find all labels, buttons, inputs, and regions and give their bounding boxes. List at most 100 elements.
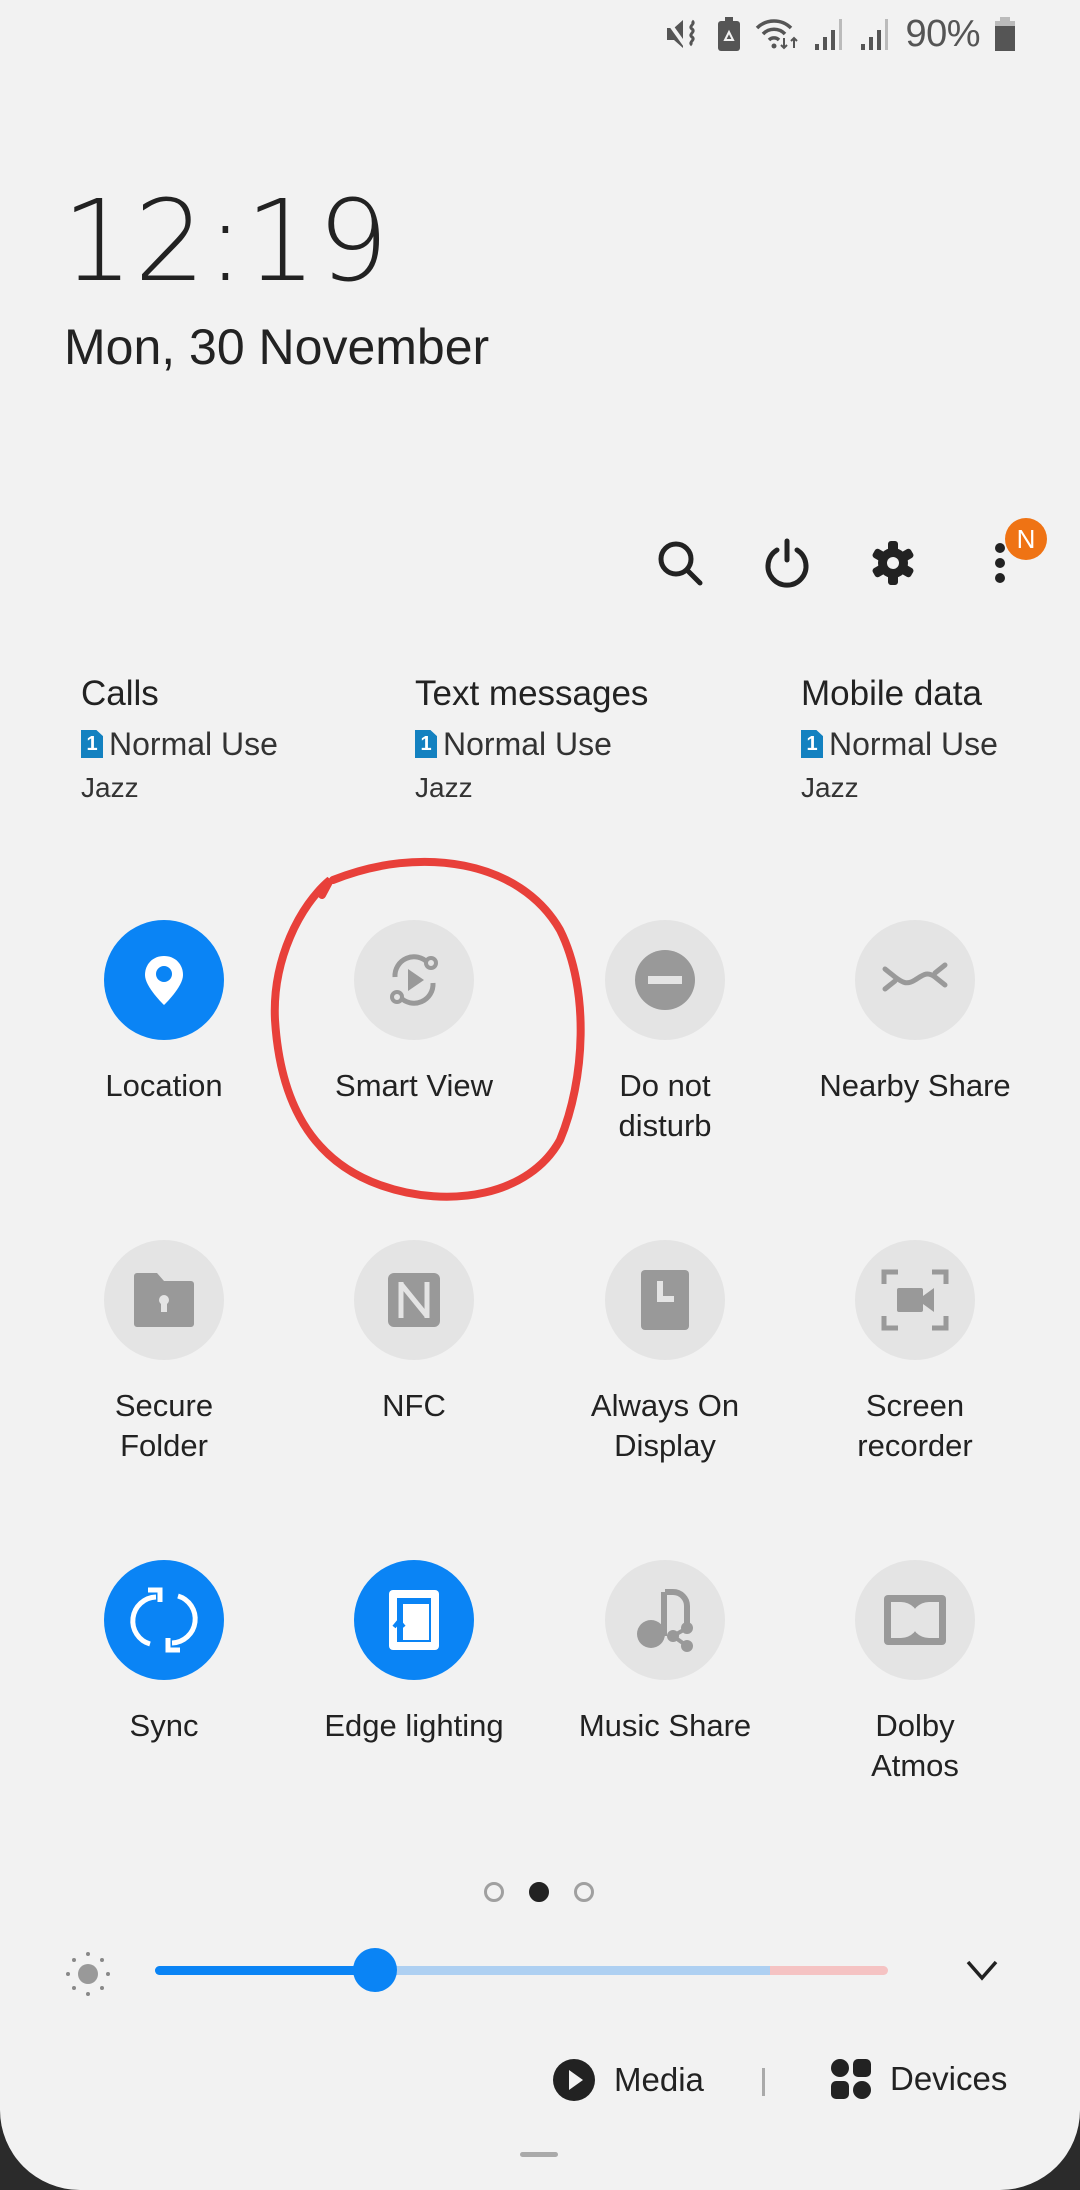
tile-label: NFC	[382, 1388, 446, 1423]
carrier-name: Jazz	[801, 772, 859, 803]
screen-recorder-icon	[881, 1269, 949, 1331]
tile-dolby-atmos[interactable]: Dolby Atmos	[795, 1560, 1035, 1786]
signal-sim1-icon	[813, 16, 845, 52]
carrier-name: Jazz	[81, 772, 139, 803]
tile-label: Dolby Atmos	[871, 1708, 959, 1783]
sim-mode: 1 Normal Use	[81, 722, 278, 766]
devices-label: Devices	[890, 2060, 1008, 2097]
sim-mode: 1 Normal Use	[801, 722, 998, 766]
tile-label: Sync	[129, 1708, 199, 1743]
sim-info-mobile-data[interactable]: Mobile data 1 Normal Use Jazz	[801, 672, 998, 806]
tile-label: Secure Folder	[114, 1388, 214, 1463]
tile-toggle[interactable]	[855, 920, 975, 1040]
clock-time: 12:19	[62, 177, 390, 307]
tile-label: Music Share	[578, 1708, 752, 1743]
sim-mode-label: Normal Use	[829, 726, 998, 762]
smart-view-icon	[381, 947, 447, 1013]
tile-label: Edge lighting	[324, 1708, 504, 1743]
divider	[762, 2068, 765, 2096]
sim-info-title: Mobile data	[801, 674, 982, 713]
page-indicator-1[interactable]	[484, 1882, 504, 1902]
sim-mode: 1 Normal Use	[415, 722, 648, 766]
tile-toggle[interactable]	[605, 1240, 725, 1360]
tile-smart-view[interactable]: Smart View	[294, 920, 534, 1106]
tile-label: Screen recorder	[857, 1388, 973, 1463]
location-pin-icon	[134, 950, 194, 1010]
sim-1-icon: 1	[81, 730, 103, 758]
tile-nfc[interactable]: NFC	[294, 1240, 534, 1426]
tile-always-on-display[interactable]: Always On Display	[545, 1240, 785, 1466]
sim-mode-label: Normal Use	[109, 726, 278, 762]
battery-saver-icon	[717, 16, 741, 52]
secure-folder-icon	[132, 1272, 196, 1328]
power-button[interactable]	[751, 527, 823, 599]
power-icon	[765, 538, 809, 588]
tile-label: Always On Display	[590, 1388, 740, 1463]
tile-toggle[interactable]	[605, 920, 725, 1040]
sim-info-text-messages[interactable]: Text messages 1 Normal Use Jazz	[415, 672, 648, 806]
tile-location[interactable]: Location	[44, 920, 284, 1106]
chevron-down-icon	[966, 1960, 998, 1981]
slider-track-overheat	[770, 1966, 888, 1975]
sim-mode-label: Normal Use	[443, 726, 612, 762]
tile-toggle[interactable]	[104, 1240, 224, 1360]
wifi-data-icon	[755, 16, 799, 52]
panel-drag-handle[interactable]	[520, 2152, 558, 2157]
battery-icon	[994, 16, 1016, 52]
slider-fill	[155, 1966, 375, 1975]
tile-toggle[interactable]	[104, 1560, 224, 1680]
vibrate-mute-icon	[665, 16, 703, 52]
carrier-name: Jazz	[415, 772, 473, 803]
sim-info-calls[interactable]: Calls 1 Normal Use Jazz	[81, 672, 278, 806]
settings-button[interactable]	[857, 527, 929, 599]
page-indicator-2[interactable]	[529, 1882, 549, 1902]
tile-toggle[interactable]	[104, 920, 224, 1040]
sync-icon	[128, 1584, 200, 1656]
tile-toggle[interactable]	[855, 1240, 975, 1360]
sim-1-icon: 1	[415, 730, 437, 758]
tile-do-not-disturb[interactable]: Do not disturb	[545, 920, 785, 1146]
slider-thumb[interactable]	[352, 1948, 397, 1992]
expand-button[interactable]	[962, 1952, 1002, 1993]
tile-label: Location	[105, 1068, 223, 1103]
sim-info-title: Text messages	[415, 674, 649, 713]
media-label: Media	[614, 2061, 704, 2098]
tile-sync[interactable]: Sync	[44, 1560, 284, 1746]
dolby-atmos-icon	[883, 1594, 947, 1646]
signal-sim2-icon	[859, 16, 891, 52]
tile-label: Do not disturb	[618, 1068, 712, 1143]
tile-toggle[interactable]	[354, 1560, 474, 1680]
tile-edge-lighting[interactable]: Edge lighting	[294, 1560, 534, 1746]
tile-toggle[interactable]	[354, 1240, 474, 1360]
nearby-share-icon	[880, 955, 950, 1005]
devices-icon	[831, 2059, 871, 2099]
nfc-icon	[387, 1272, 441, 1328]
settings-icon	[872, 541, 914, 585]
notification-badge: N	[1005, 518, 1047, 560]
brightness-icon	[62, 1948, 114, 2005]
tile-toggle[interactable]	[354, 920, 474, 1040]
tile-toggle[interactable]	[855, 1560, 975, 1680]
edge-lighting-icon	[387, 1588, 441, 1652]
music-share-icon	[635, 1588, 695, 1652]
do-not-disturb-icon	[634, 949, 696, 1011]
search-button[interactable]	[644, 527, 716, 599]
tile-music-share[interactable]: Music Share	[545, 1560, 785, 1746]
play-circle-icon	[553, 2059, 595, 2101]
devices-button[interactable]: Devices	[830, 2058, 1007, 2100]
page-indicator-3[interactable]	[574, 1882, 594, 1902]
tile-label: Nearby Share	[819, 1068, 1011, 1103]
status-bar: 90%	[665, 12, 1016, 56]
tile-screen-recorder[interactable]: Screen recorder	[795, 1240, 1035, 1466]
always-on-display-icon	[640, 1269, 690, 1331]
sim-1-icon: 1	[801, 730, 823, 758]
tile-toggle[interactable]	[605, 1560, 725, 1680]
tile-secure-folder[interactable]: Secure Folder	[44, 1240, 284, 1466]
battery-percent: 90%	[905, 12, 980, 55]
tile-nearby-share[interactable]: Nearby Share	[795, 920, 1035, 1106]
quick-panel: 90% 12:19 Mon, 30 November N Calls 1 Norma…	[0, 0, 1080, 2190]
sim-info-title: Calls	[81, 674, 159, 713]
media-button[interactable]: Media	[552, 2058, 704, 2102]
tile-label: Smart View	[335, 1068, 493, 1103]
search-icon	[658, 541, 703, 586]
